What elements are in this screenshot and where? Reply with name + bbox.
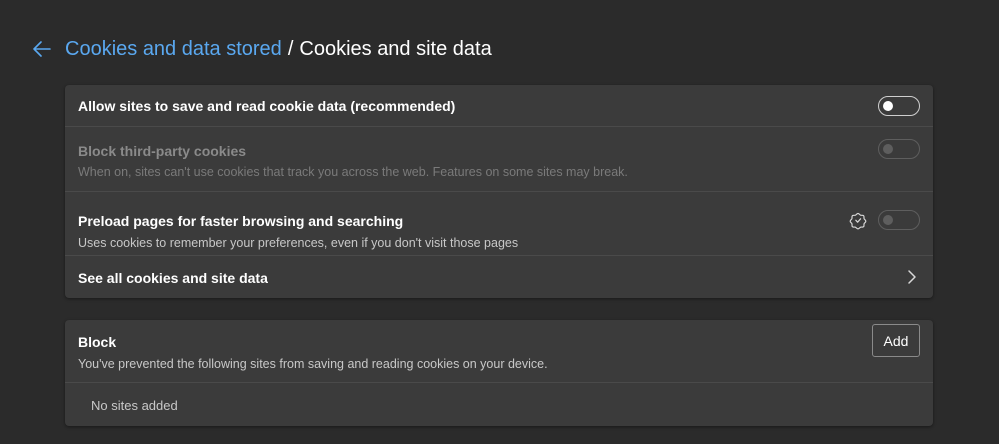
managed-by-organization-icon[interactable] <box>849 212 867 230</box>
breadcrumb-separator: / <box>287 37 294 60</box>
breadcrumb-link-cookies-and-data-stored[interactable]: Cookies and data stored <box>65 38 282 61</box>
preload-pages-toggle <box>878 210 920 230</box>
setting-description: When on, sites can't use cookies that tr… <box>78 165 628 179</box>
setting-title: Preload pages for faster browsing and se… <box>78 213 404 229</box>
page-title: Cookies and site data <box>299 37 492 60</box>
toggle-knob <box>883 215 893 225</box>
toggle-knob <box>883 101 893 111</box>
settings-page: Cookies and data stored / Cookies and si… <box>0 0 999 444</box>
back-button[interactable] <box>30 37 54 61</box>
allow-cookies-toggle[interactable] <box>878 96 920 116</box>
setting-title: Block third-party cookies <box>78 143 247 159</box>
setting-title: See all cookies and site data <box>78 270 268 286</box>
see-all-cookies-link[interactable]: See all cookies and site data <box>65 256 933 298</box>
block-sites-card: Block You've prevented the following sit… <box>65 320 933 426</box>
arrow-left-icon <box>33 41 51 57</box>
add-blocked-site-button[interactable]: Add <box>872 324 920 357</box>
setting-allow-cookies: Allow sites to save and read cookie data… <box>65 85 933 127</box>
breadcrumb: Cookies and data stored / Cookies and si… <box>30 34 492 64</box>
chevron-right-icon <box>908 270 916 284</box>
block-title: Block <box>78 334 117 350</box>
setting-description: Uses cookies to remember your preference… <box>78 236 519 250</box>
setting-title: Allow sites to save and read cookie data… <box>78 98 456 114</box>
cookie-settings-card: Allow sites to save and read cookie data… <box>65 85 933 298</box>
setting-block-third-party-cookies: Block third-party cookies When on, sites… <box>65 127 933 192</box>
toggle-knob <box>883 144 893 154</box>
setting-preload-pages: Preload pages for faster browsing and se… <box>65 192 933 256</box>
empty-state-text: No sites added <box>91 398 178 413</box>
block-description: You've prevented the following sites fro… <box>78 357 548 371</box>
block-header: Block You've prevented the following sit… <box>65 320 933 383</box>
block-third-party-cookies-toggle <box>878 139 920 159</box>
